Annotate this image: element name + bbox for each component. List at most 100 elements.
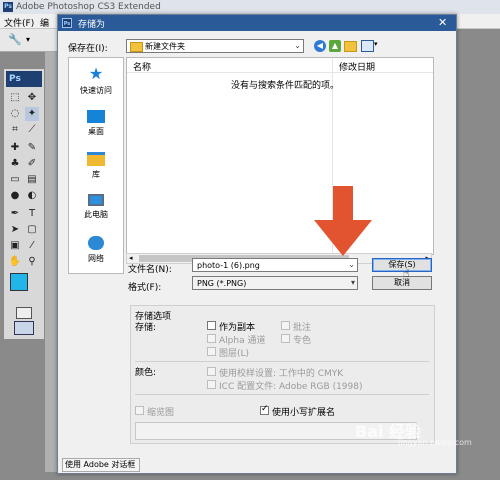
thumbnail-label: 缩览图: [147, 408, 175, 418]
proof-setup-label: 使用校样设置: 工作中的 CMYK: [219, 369, 344, 379]
as-copy-label: 作为副本: [219, 323, 256, 333]
place-libraries[interactable]: 库: [69, 152, 123, 180]
format-value: PNG (*.PNG): [197, 279, 247, 288]
checkmark-icon: ✓: [261, 404, 269, 414]
ps-window-title: Adobe Photoshop CS3 Extended: [16, 2, 161, 12]
quick-mask-icon[interactable]: [16, 307, 32, 319]
view-menu-icon[interactable]: [361, 40, 374, 52]
icc-profile-label: ICC 配置文件: Adobe RGB (1998): [219, 382, 363, 392]
place-quick-access[interactable]: ★ 快速访问: [69, 66, 123, 96]
crop-tool-icon[interactable]: ⌗: [8, 123, 22, 137]
alpha-channels-checkbox[interactable]: [207, 334, 216, 343]
shape-tool-icon[interactable]: ▢: [25, 223, 39, 237]
filename-label: 文件名(N):: [128, 265, 172, 275]
empty-list-message: 没有与搜索条件匹配的项。: [231, 81, 340, 91]
wrench-icon[interactable]: 🔧: [8, 33, 22, 46]
clone-stamp-icon[interactable]: ♣: [8, 157, 22, 171]
ps-canvas-area: [45, 52, 57, 472]
lowercase-extension-checkbox[interactable]: ✓: [260, 404, 269, 415]
save-in-label: 保存在(I):: [68, 44, 108, 54]
file-list[interactable]: 名称 修改日期 没有与搜索条件匹配的项。: [126, 57, 434, 255]
use-adobe-dialog-button[interactable]: 使用 Adobe 对话框: [62, 458, 140, 472]
new-folder-icon[interactable]: [344, 41, 357, 52]
lowercase-extension-label: 使用小写扩展名: [272, 408, 336, 418]
place-this-pc[interactable]: 此电脑: [69, 194, 123, 220]
move-tool-icon[interactable]: ✥: [25, 91, 39, 105]
dialog-title: 存储为: [78, 20, 106, 30]
history-brush-icon[interactable]: ✐: [25, 157, 39, 171]
zoom-tool-icon[interactable]: ⚲: [25, 255, 39, 269]
computer-icon: [88, 194, 104, 206]
cancel-button[interactable]: 取消: [372, 276, 432, 290]
foreground-color-swatch[interactable]: [10, 273, 28, 291]
file-list-header: 名称 修改日期: [127, 58, 433, 73]
save-in-dropdown[interactable]: 新建文件夹 ⌄: [126, 39, 304, 53]
dodge-tool-icon[interactable]: ◐: [25, 189, 39, 203]
toolbox-logo: Ps: [6, 71, 42, 87]
place-desktop[interactable]: 桌面: [69, 110, 123, 137]
filename-value: photo-1 (6).png: [197, 261, 260, 270]
ps-toolbox: Ps ⬚ ✥ ◌ ✦ ⌗ ⟋ ✚ ✎ ♣ ✐ ▭ ▤ ● ◐ ✒ T ➤ ▢ ▣…: [3, 68, 45, 340]
back-icon[interactable]: ◀: [314, 40, 326, 52]
as-copy-checkbox[interactable]: [207, 321, 216, 330]
format-chevron-icon: ▾: [350, 278, 355, 287]
places-bar: ★ 快速访问 桌面 库 此电脑 网络: [68, 57, 124, 274]
healing-brush-icon[interactable]: ✚: [8, 141, 22, 155]
menu-edit[interactable]: 编: [40, 16, 49, 29]
close-icon[interactable]: ✕: [438, 16, 447, 29]
place-label: 此电脑: [84, 210, 108, 219]
save-as-dialog: Ps 存储为 ✕ 保存在(I): 新建文件夹 ⌄ ◀ ▲ ▾ ★ 快速访问 桌面…: [57, 14, 457, 474]
desktop-icon: [87, 110, 105, 123]
place-label: 库: [92, 170, 100, 179]
folder-icon: [130, 42, 143, 52]
slice-tool-icon[interactable]: ⟋: [25, 123, 39, 137]
place-label: 桌面: [88, 127, 104, 136]
lasso-tool-icon[interactable]: ◌: [8, 107, 22, 121]
star-icon: ★: [88, 64, 104, 83]
view-chevron-icon[interactable]: ▾: [374, 40, 378, 48]
notes-tool-icon[interactable]: ▣: [8, 239, 22, 253]
eyedropper-icon[interactable]: ⁄: [25, 239, 39, 253]
save-button[interactable]: 保存(S): [372, 258, 432, 272]
format-dropdown[interactable]: PNG (*.PNG) ▾: [192, 276, 358, 290]
save-in-value: 新建文件夹: [145, 42, 185, 51]
ps-dialog-icon: Ps: [62, 18, 72, 28]
filename-input[interactable]: photo-1 (6).png ⌄: [192, 258, 358, 272]
column-modified-header[interactable]: 修改日期: [339, 60, 375, 73]
gradient-tool-icon[interactable]: ▤: [25, 173, 39, 187]
screen-mode-icon[interactable]: [14, 321, 34, 335]
place-label: 网络: [88, 254, 104, 263]
hand-tool-icon[interactable]: ✋: [8, 255, 22, 269]
menu-file[interactable]: 文件(F): [4, 16, 34, 29]
thumbnail-checkbox[interactable]: [135, 406, 144, 415]
path-select-icon[interactable]: ➤: [8, 223, 22, 237]
annotations-label: 批注: [293, 323, 312, 333]
color-group-label: 颜色:: [135, 368, 157, 378]
layers-label: 图层(L): [219, 349, 250, 359]
spot-colors-checkbox[interactable]: [281, 334, 290, 343]
divider: [135, 361, 429, 362]
eraser-tool-icon[interactable]: ▭: [8, 173, 22, 187]
red-down-arrow-icon: [314, 186, 372, 256]
icc-profile-checkbox[interactable]: [207, 380, 216, 389]
brush-tool-icon[interactable]: ✎: [25, 141, 39, 155]
proof-setup-checkbox[interactable]: [207, 367, 216, 376]
divider: [135, 394, 429, 395]
library-icon: [87, 152, 105, 166]
magic-wand-tool-icon[interactable]: ✦: [25, 107, 39, 121]
dialog-titlebar: Ps 存储为 ✕: [58, 15, 456, 31]
ps-app-icon: Ps: [3, 2, 13, 12]
filename-chevron-icon[interactable]: ⌄: [348, 259, 355, 271]
column-name-header[interactable]: 名称: [133, 60, 151, 73]
up-folder-icon[interactable]: ▲: [329, 40, 341, 52]
type-tool-icon[interactable]: T: [25, 207, 39, 221]
blur-tool-icon[interactable]: ●: [8, 189, 22, 203]
annotations-checkbox[interactable]: [281, 321, 290, 330]
ps-titlebar: Ps Adobe Photoshop CS3 Extended: [0, 0, 500, 15]
layers-checkbox[interactable]: [207, 347, 216, 356]
place-network[interactable]: 网络: [69, 236, 123, 264]
pen-tool-icon[interactable]: ✒: [8, 207, 22, 221]
marquee-tool-icon[interactable]: ⬚: [8, 91, 22, 105]
mouse-cursor-icon: ☝: [403, 267, 410, 280]
dropdown-arrow-icon[interactable]: ▾: [26, 35, 30, 44]
